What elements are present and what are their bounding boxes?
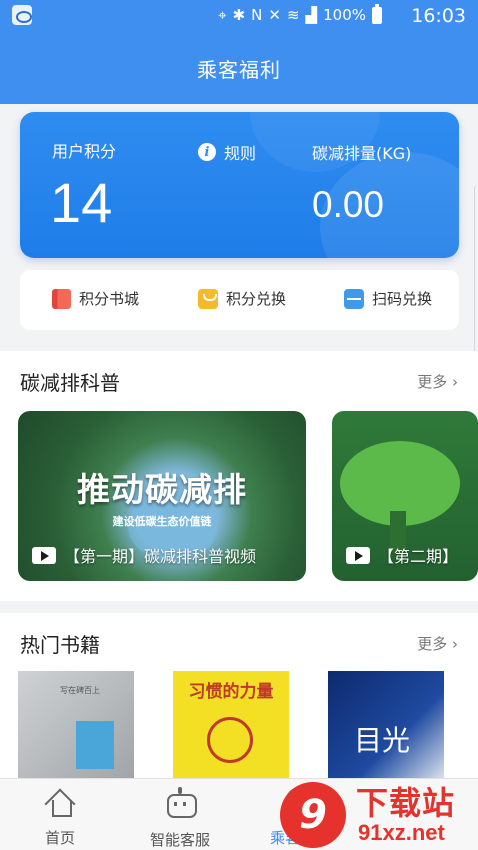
status-icons: ⌖ ✱ Ν ✕ ≋ ▟ 100%	[218, 3, 382, 24]
points-label: 用户积分	[52, 142, 117, 161]
watermark-logo: 9 下载站 91xz.net	[274, 778, 478, 850]
carbon-science-section: 碳减排科普 更多 › 推动碳减排 建设低碳生态价值链 【第一期】碳减排科普视频 …	[0, 351, 478, 601]
book-icon	[52, 288, 71, 309]
edge-panel-handle[interactable]	[474, 185, 478, 375]
tab-smart-service[interactable]: 智能客服	[120, 787, 240, 850]
mute-icon: ✕	[268, 6, 281, 24]
points-bookstore-button[interactable]: 积分书城	[52, 288, 139, 309]
scan-icon	[344, 288, 364, 309]
watermark-url: 91xz.net	[358, 820, 445, 845]
watermark-title: 下载站	[356, 784, 456, 822]
scan-exchange-button[interactable]: 扫码兑换	[344, 288, 432, 309]
video-caption-text: 【第一期】碳减排科普视频	[64, 547, 257, 566]
home-icon	[45, 787, 75, 817]
carbon-reduction-value: 0.00	[312, 184, 385, 225]
video-cover-title: 推动碳减排	[77, 470, 247, 509]
rules-button[interactable]: i 规则	[198, 140, 256, 164]
video-caption: 【第二期】	[346, 543, 458, 567]
info-icon: i	[198, 143, 216, 161]
section-title: 热门书籍	[20, 633, 100, 657]
book-cover-graphic	[207, 717, 253, 763]
book-cover-text: 习惯的力量	[188, 682, 274, 702]
shopping-bag-icon	[198, 288, 218, 309]
book-cover[interactable]: 习惯的力量	[173, 671, 289, 781]
points-card: 用户积分 14 i 规则 碳减排量(KG) 0.00	[20, 112, 459, 258]
quick-action-label: 积分书城	[79, 290, 140, 308]
more-link[interactable]: 更多 ›	[417, 633, 458, 654]
tab-home[interactable]: 首页	[0, 787, 120, 848]
video-card[interactable]: 推动碳减排 建设低碳生态价值链 【第一期】碳减排科普视频	[18, 411, 306, 581]
points-exchange-button[interactable]: 积分兑换	[198, 288, 286, 309]
top-header: ⌖ ✱ Ν ✕ ≋ ▟ 100% 16:03 乘客福利	[0, 0, 478, 104]
play-icon	[346, 546, 370, 564]
points-value: 14	[50, 171, 113, 234]
rules-label: 规则	[224, 144, 257, 163]
hot-books-section: 热门书籍 更多 › 写在碑百上 习惯的力量 目光	[0, 613, 478, 783]
clock: 16:03	[411, 5, 466, 27]
battery-percent: 100%	[323, 6, 366, 24]
quick-actions: 积分书城 积分兑换 扫码兑换	[20, 270, 459, 330]
watermark-badge: 9	[280, 782, 346, 848]
video-card[interactable]: 【第二期】	[332, 411, 478, 581]
book-cover-text: 写在碑百上	[60, 686, 100, 695]
book-cover[interactable]: 目光	[328, 671, 444, 781]
battery-icon	[372, 3, 382, 24]
location-icon: ⌖	[218, 6, 227, 24]
status-bar: ⌖ ✱ Ν ✕ ≋ ▟ 100% 16:03	[0, 0, 478, 32]
tab-label: 智能客服	[149, 831, 210, 849]
app-notification-icon	[12, 5, 32, 25]
book-cover-text: 目光	[354, 724, 411, 757]
tab-label: 首页	[44, 829, 75, 847]
book-cover[interactable]: 写在碑百上	[18, 671, 134, 781]
wifi-icon: ≋	[286, 6, 300, 24]
carbon-reduction-label: 碳减排量(KG)	[312, 144, 412, 163]
nfc-icon: Ν	[251, 6, 263, 24]
quick-action-label: 积分兑换	[226, 290, 287, 308]
bluetooth-icon: ✱	[232, 6, 246, 24]
video-caption-text: 【第二期】	[378, 547, 459, 566]
signal-icon: ▟	[305, 6, 318, 24]
page-title: 乘客福利	[197, 58, 281, 82]
robot-icon	[164, 787, 197, 819]
quick-action-label: 扫码兑换	[372, 290, 433, 308]
play-icon	[32, 546, 56, 564]
more-link[interactable]: 更多 ›	[417, 371, 458, 392]
book-cover-graphic	[76, 721, 114, 769]
video-caption: 【第一期】碳减排科普视频	[32, 543, 256, 567]
section-title: 碳减排科普	[20, 371, 120, 395]
video-cover-subtitle: 建设低碳生态价值链	[112, 515, 212, 528]
